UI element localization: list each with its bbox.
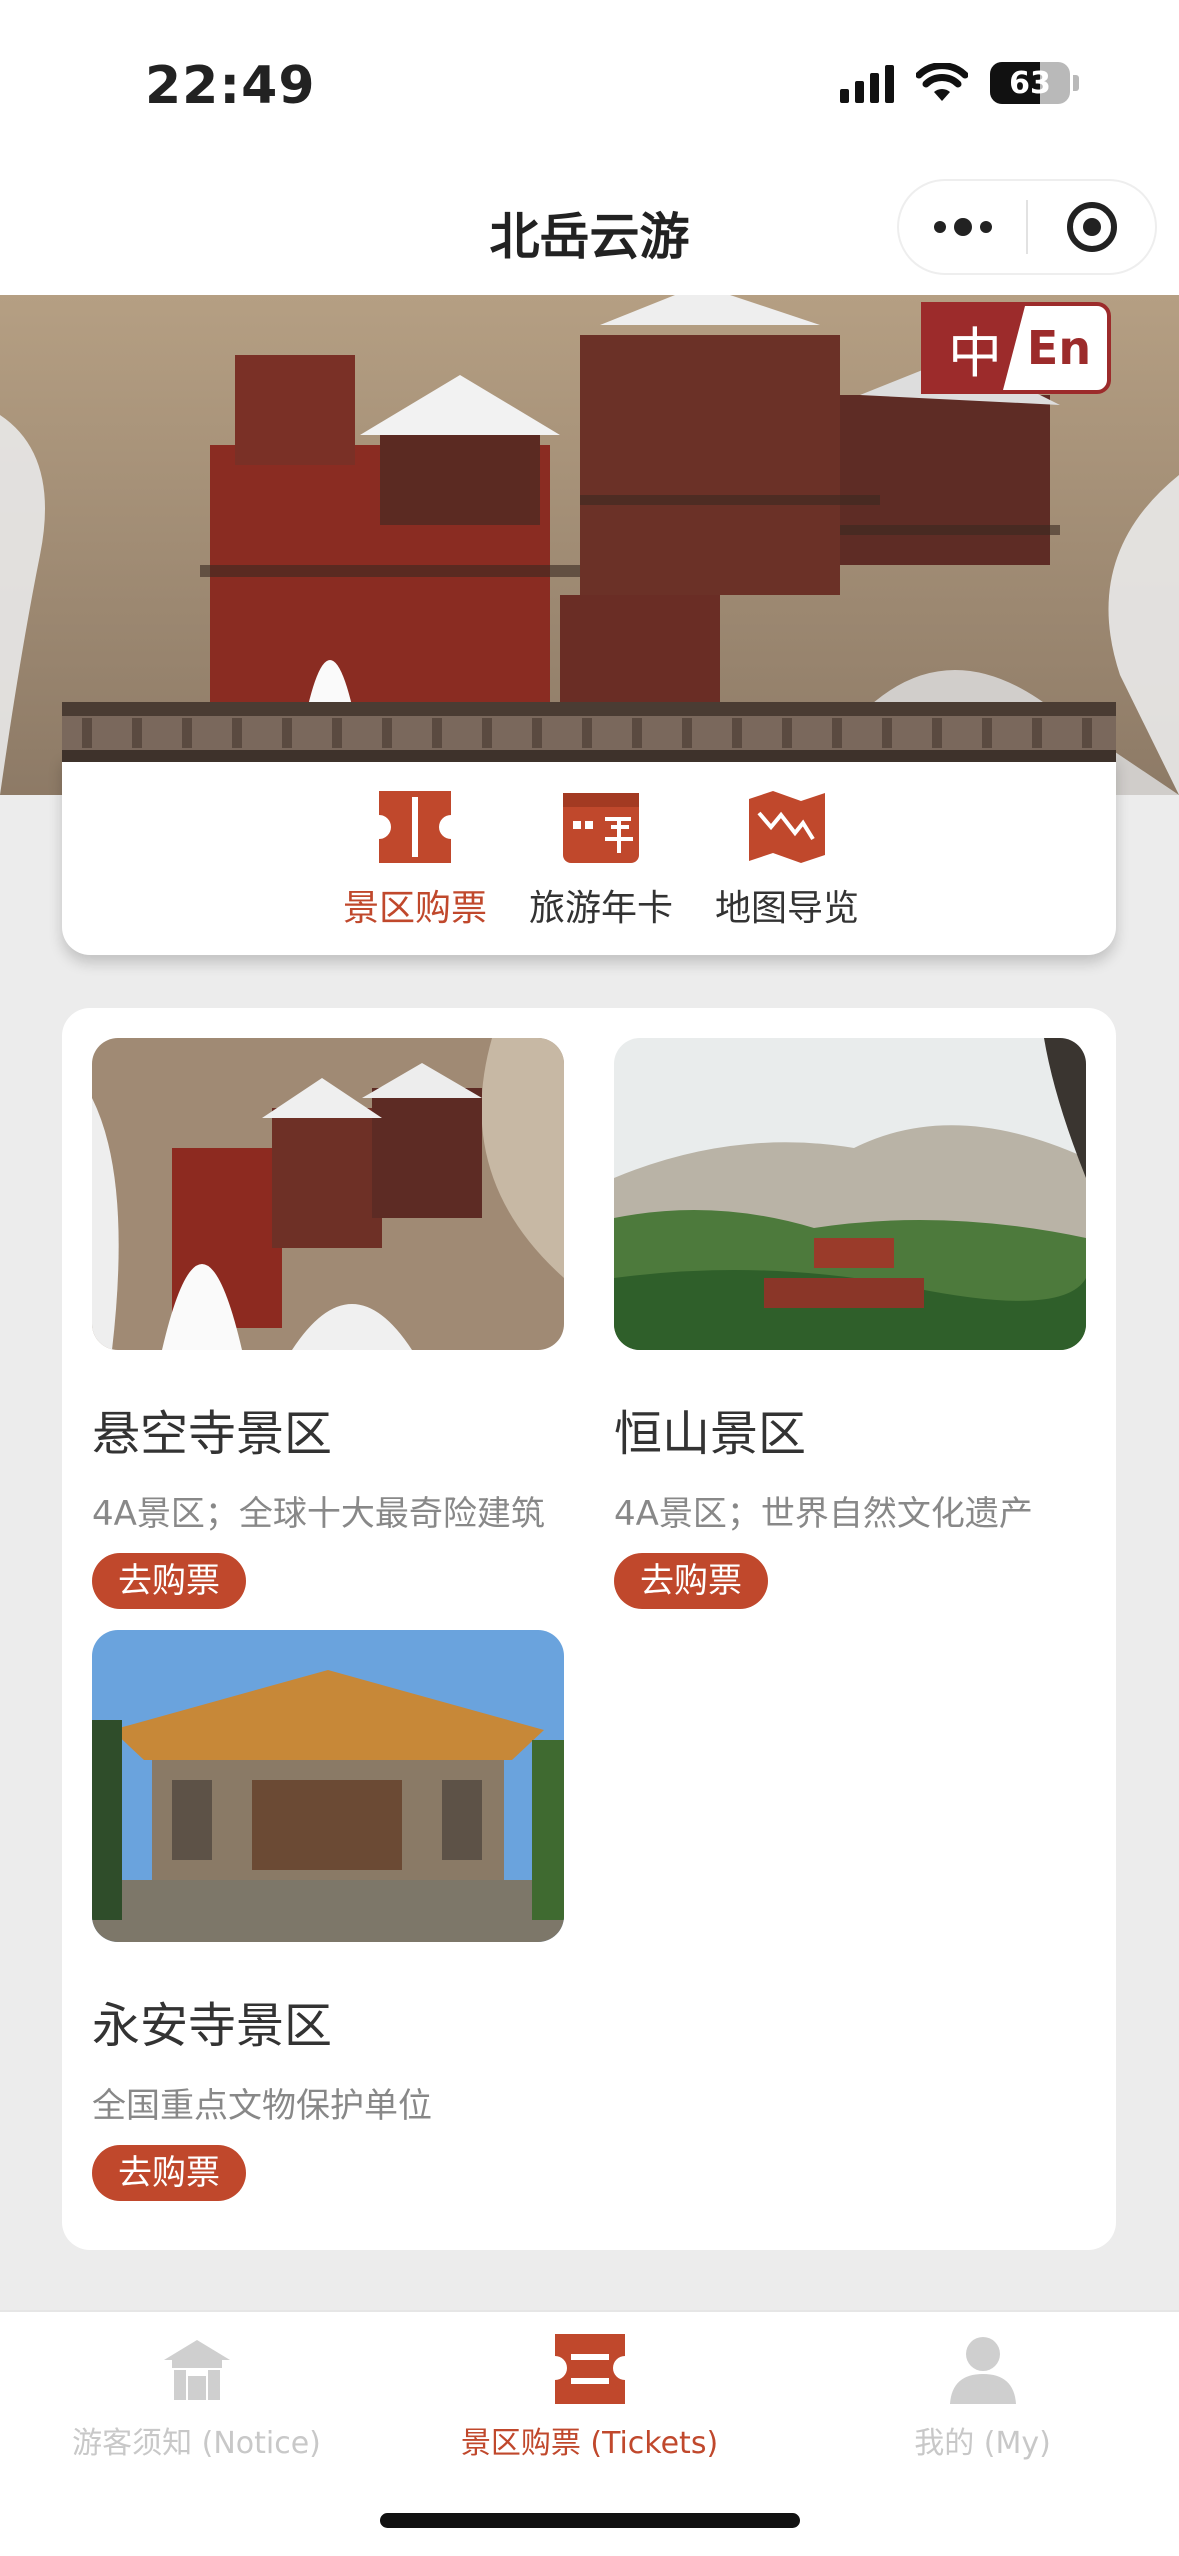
spot-description: 4A景区；全球十大最奇险建筑	[92, 1494, 545, 1534]
tab-my[interactable]: 我的 (My)	[786, 2332, 1179, 2462]
tab-label: 游客须知 (Notice)	[72, 2426, 321, 2461]
target-close-icon	[1066, 202, 1117, 252]
cellular-signal-icon	[840, 63, 894, 103]
status-time: 22:49	[145, 56, 316, 116]
tab-label: 景区购票 (Tickets)	[460, 2426, 719, 2461]
spot-description: 4A景区；世界自然文化遗产	[614, 1494, 1033, 1534]
spot-image	[92, 1630, 564, 1942]
menu-label: 景区购票	[342, 888, 487, 929]
spot-name: 悬空寺景区	[92, 1406, 333, 1462]
navigation-bar: 北岳云游	[0, 175, 1179, 295]
scenic-spot-list: 悬空寺景区 4A景区；全球十大最奇险建筑 去购票 恒山景区 4A景区；世界自然文…	[62, 1008, 1116, 2250]
language-english[interactable]: En	[1011, 306, 1107, 390]
close-miniprogram-button[interactable]	[1028, 181, 1155, 273]
spot-card-xuankong[interactable]: 悬空寺景区 4A景区；全球十大最奇险建筑 去购票	[92, 1038, 564, 1609]
buy-ticket-button[interactable]: 去购票	[92, 2145, 246, 2201]
menu-annual-card[interactable]: 旅游年卡	[508, 787, 694, 931]
language-toggle[interactable]: 中 En	[921, 302, 1111, 394]
ticket-icon	[379, 791, 451, 863]
miniprogram-capsule	[897, 179, 1157, 275]
ticket-icon	[554, 2334, 625, 2404]
spot-image	[614, 1038, 1086, 1350]
more-dots-icon	[933, 218, 992, 236]
buy-ticket-button[interactable]: 去购票	[614, 1553, 768, 1609]
status-icons: 63	[840, 62, 1079, 104]
buy-ticket-button[interactable]: 去购票	[92, 1553, 246, 1609]
quick-menu-card: 景区购票 旅游年卡 地图导览	[62, 755, 1116, 955]
spot-card-yongan[interactable]: 永安寺景区 全国重点文物保护单位 去购票	[92, 1630, 564, 2201]
home-indicator[interactable]	[380, 2513, 800, 2528]
menu-label: 地图导览	[714, 888, 859, 929]
app-screen: { "status_bar": {"time": "22:49", "batte…	[0, 0, 1179, 2556]
wifi-icon	[916, 63, 968, 101]
tab-notice[interactable]: 游客须知 (Notice)	[0, 2332, 393, 2462]
spot-description: 全国重点文物保护单位	[92, 2086, 432, 2126]
spot-image	[92, 1038, 564, 1350]
notice-icon	[163, 2340, 230, 2400]
menu-scenic-tickets[interactable]: 景区购票	[322, 787, 508, 931]
spot-name: 恒山景区	[614, 1406, 807, 1462]
language-chinese[interactable]: 中	[925, 306, 1025, 390]
more-button[interactable]	[899, 181, 1026, 273]
spot-name: 永安寺景区	[92, 1998, 333, 2054]
menu-label: 旅游年卡	[528, 888, 673, 929]
menu-map-guide[interactable]: 地图导览	[694, 787, 880, 931]
battery-icon: 63	[990, 62, 1070, 104]
status-bar: 22:49 63	[0, 0, 1179, 175]
tab-tickets[interactable]: 景区购票 (Tickets)	[393, 2332, 786, 2462]
user-icon	[949, 2337, 1016, 2404]
spot-card-hengshan[interactable]: 恒山景区 4A景区；世界自然文化遗产 去购票	[614, 1038, 1086, 1609]
roof-tile-decoration	[62, 702, 1116, 762]
tab-label: 我的 (My)	[914, 2426, 1051, 2461]
annual-card-icon	[563, 793, 639, 863]
battery-level: 63	[1009, 66, 1051, 101]
map-icon	[749, 791, 825, 863]
